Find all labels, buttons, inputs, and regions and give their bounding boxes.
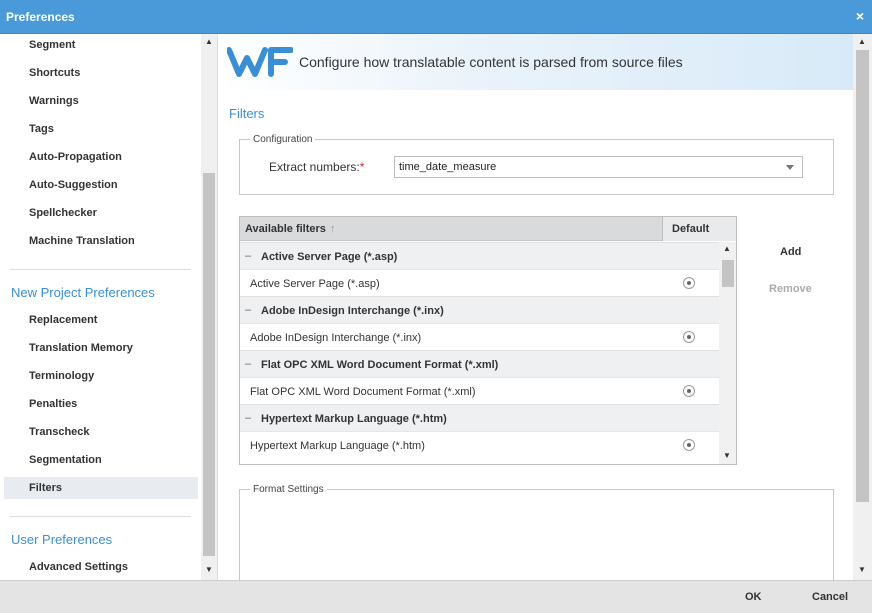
format-settings-group: Format Settings (239, 484, 834, 580)
wordfast-logo-icon (227, 47, 293, 77)
required-mark: * (359, 160, 365, 174)
default-radio[interactable] (683, 385, 695, 397)
dialog-footer: OK Cancel (0, 580, 872, 613)
window-titlebar: Preferences × (0, 0, 872, 34)
sidebar-item-penalties[interactable]: Penalties (4, 393, 198, 415)
sidebar-item-tags[interactable]: Tags (4, 118, 198, 140)
sidebar-divider (10, 516, 191, 517)
filter-name: Adobe InDesign Interchange (*.inx) (250, 332, 422, 344)
sidebar-heading-user: User Preferences (11, 532, 113, 547)
group-label: Hypertext Markup Language (*.htm) (261, 413, 447, 425)
header-banner: Configure how translatable content is pa… (219, 34, 853, 90)
scroll-up-icon[interactable]: ▲ (854, 37, 870, 46)
sidebar-item-transcheck[interactable]: Transcheck (4, 421, 198, 443)
main-scrollbar[interactable]: ▲ ▼ (853, 34, 872, 580)
default-radio[interactable] (683, 277, 695, 289)
scroll-up-icon[interactable]: ▲ (719, 244, 735, 253)
extract-numbers-text: Extract numbers: (269, 160, 360, 174)
scroll-down-icon[interactable]: ▼ (854, 565, 870, 574)
filter-name: Hypertext Markup Language (*.htm) (250, 440, 425, 452)
extract-numbers-value: time_date_measure (399, 161, 497, 173)
table-scroll-thumb[interactable] (722, 260, 734, 287)
sidebar-item-shortcuts[interactable]: Shortcuts (4, 62, 198, 84)
extract-numbers-label: Extract numbers:* (269, 160, 364, 174)
sidebar-item-replacement[interactable]: Replacement (4, 309, 198, 331)
default-radio[interactable] (683, 331, 695, 343)
group-label: Adobe InDesign Interchange (*.inx) (261, 305, 444, 317)
column-header-default[interactable]: Default (662, 217, 736, 241)
sidebar-item-spellchecker[interactable]: Spellchecker (4, 202, 198, 224)
scroll-down-icon[interactable]: ▼ (719, 451, 735, 460)
scroll-down-icon[interactable]: ▼ (201, 565, 217, 574)
collapse-icon[interactable]: – (245, 304, 251, 316)
table-group-row[interactable]: – Flat OPC XML Word Document Format (*.x… (240, 350, 719, 377)
column-header-available-filters[interactable]: Available filters ↑ (245, 223, 335, 235)
table-group-row[interactable]: – Adobe InDesign Interchange (*.inx) (240, 296, 719, 323)
window-title: Preferences (6, 10, 75, 24)
group-label: Active Server Page (*.asp) (261, 251, 398, 263)
section-title: Filters (229, 106, 265, 121)
table-group-row[interactable]: – Active Server Page (*.asp) (240, 242, 719, 269)
collapse-icon[interactable]: – (245, 358, 251, 370)
scroll-up-icon[interactable]: ▲ (201, 37, 217, 46)
format-settings-legend: Format Settings (253, 484, 324, 495)
filter-name: Flat OPC XML Word Document Format (*.xml… (250, 386, 476, 398)
table-header: Available filters ↑ Default (240, 217, 736, 241)
ok-button[interactable]: OK (745, 591, 762, 603)
sort-ascending-icon[interactable]: ↑ (330, 223, 336, 235)
cancel-button[interactable]: Cancel (812, 591, 848, 603)
configuration-legend: Configuration (253, 134, 313, 145)
table-scrollbar[interactable]: ▲ ▼ (719, 242, 736, 464)
available-filters-table: Available filters ↑ Default – Active Serv… (239, 216, 737, 465)
sidebar-item-warnings[interactable]: Warnings (4, 90, 198, 112)
table-row[interactable]: Flat OPC XML Word Document Format (*.xml… (240, 377, 719, 404)
sidebar-item-auto-suggestion[interactable]: Auto-Suggestion (4, 174, 198, 196)
table-row[interactable]: Hypertext Markup Language (*.htm) (240, 431, 719, 458)
preferences-sidebar: Segment Shortcuts Warnings Tags Auto-Pro… (0, 34, 218, 580)
sidebar-item-advanced-settings[interactable]: Advanced Settings (4, 556, 198, 578)
sidebar-heading-new-project: New Project Preferences (11, 285, 155, 300)
remove-button[interactable]: Remove (769, 283, 812, 295)
chevron-down-icon[interactable] (786, 165, 794, 170)
sidebar-item-segmentation[interactable]: Segmentation (4, 449, 198, 471)
main-panel: Configure how translatable content is pa… (219, 34, 853, 580)
table-row[interactable]: Adobe InDesign Interchange (*.inx) (240, 323, 719, 350)
sidebar-item-segment[interactable]: Segment (4, 34, 198, 56)
sidebar-divider (10, 269, 191, 270)
sidebar-item-translation-memory[interactable]: Translation Memory (4, 337, 198, 359)
table-row[interactable]: Active Server Page (*.asp) (240, 269, 719, 296)
close-icon[interactable]: × (856, 8, 864, 24)
add-button[interactable]: Add (780, 246, 801, 258)
group-label: Flat OPC XML Word Document Format (*.xml… (261, 359, 499, 371)
main-scroll-thumb[interactable] (856, 50, 869, 502)
sidebar-item-terminology[interactable]: Terminology (4, 365, 198, 387)
sidebar-item-filters[interactable]: Filters (4, 477, 198, 499)
collapse-icon[interactable]: – (245, 250, 251, 262)
sidebar-item-machine-translation[interactable]: Machine Translation (4, 230, 198, 252)
collapse-icon[interactable]: – (245, 412, 251, 424)
banner-text: Configure how translatable content is pa… (299, 54, 683, 70)
sidebar-item-auto-propagation[interactable]: Auto-Propagation (4, 146, 198, 168)
table-group-row[interactable]: – Hypertext Markup Language (*.htm) (240, 404, 719, 431)
extract-numbers-select[interactable]: time_date_measure (394, 156, 803, 178)
column-header-label: Available filters (245, 223, 326, 235)
sidebar-scrollbar[interactable]: ▲ ▼ (201, 34, 217, 580)
filter-name: Active Server Page (*.asp) (250, 278, 380, 290)
default-radio[interactable] (683, 439, 695, 451)
sidebar-scroll-thumb[interactable] (203, 173, 215, 556)
